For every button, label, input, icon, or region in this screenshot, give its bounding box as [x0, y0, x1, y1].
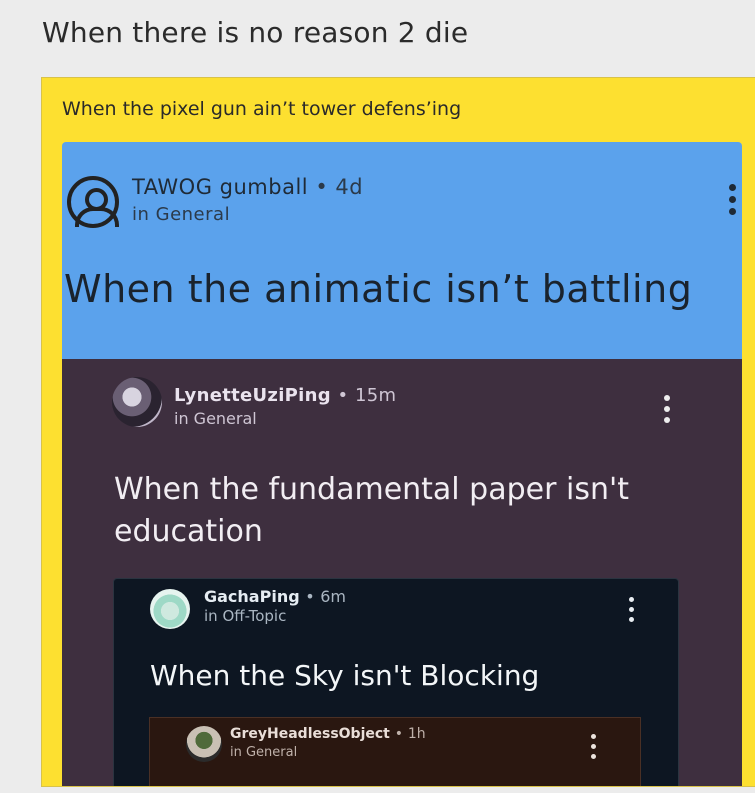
post-time: 1h: [407, 726, 426, 742]
post-author[interactable]: GachaPing • 6m: [204, 587, 346, 606]
separator: •: [305, 587, 315, 606]
meme-caption: When the pixel gun ain’t tower defens’in…: [62, 98, 462, 120]
vertical-ellipsis-icon[interactable]: [729, 184, 736, 215]
avatar[interactable]: [150, 589, 190, 629]
post-author[interactable]: LynetteUziPing • 15m: [174, 385, 396, 406]
username[interactable]: LynetteUziPing: [174, 385, 331, 406]
post-body: When the fundamental paper isn't educati…: [114, 472, 629, 549]
avatar[interactable]: [186, 726, 222, 762]
separator: •: [315, 175, 329, 199]
vertical-ellipsis-icon[interactable]: [664, 395, 670, 423]
meme-image-card[interactable]: When the pixel gun ain’t tower defens’in…: [41, 77, 755, 787]
separator: •: [337, 385, 349, 406]
avatar[interactable]: [112, 377, 162, 427]
nested-post-1[interactable]: TAWOG gumball • 4d in General When the a…: [62, 142, 742, 374]
post-category[interactable]: in General: [132, 204, 230, 225]
post-body: When the animatic isn’t battling: [64, 267, 693, 311]
separator: •: [394, 726, 404, 742]
username[interactable]: GachaPing: [204, 587, 300, 606]
vertical-ellipsis-icon[interactable]: [591, 734, 596, 759]
post-time: 15m: [355, 385, 397, 406]
post-title: When there is no reason 2 die: [42, 16, 469, 49]
username[interactable]: TAWOG gumball: [132, 175, 308, 199]
post-time: 4d: [335, 175, 364, 199]
post-author[interactable]: GreyHeadlessObject • 1h: [230, 726, 426, 742]
post-category[interactable]: in General: [230, 745, 297, 760]
user-circle-icon[interactable]: [67, 176, 119, 228]
nested-post-4[interactable]: GreyHeadlessObject • 1h in General: [149, 717, 641, 786]
post-time: 6m: [320, 587, 347, 606]
vertical-ellipsis-icon[interactable]: [629, 597, 634, 622]
nested-post-3[interactable]: GachaPing • 6m in Off-Topic When the Sky…: [113, 578, 679, 786]
post-author[interactable]: TAWOG gumball • 4d: [132, 175, 363, 199]
post-category[interactable]: in Off-Topic: [204, 607, 286, 625]
post-category[interactable]: in General: [174, 409, 257, 428]
post-body: When the Sky isn't Blocking: [150, 659, 540, 692]
username[interactable]: GreyHeadlessObject: [230, 726, 390, 742]
